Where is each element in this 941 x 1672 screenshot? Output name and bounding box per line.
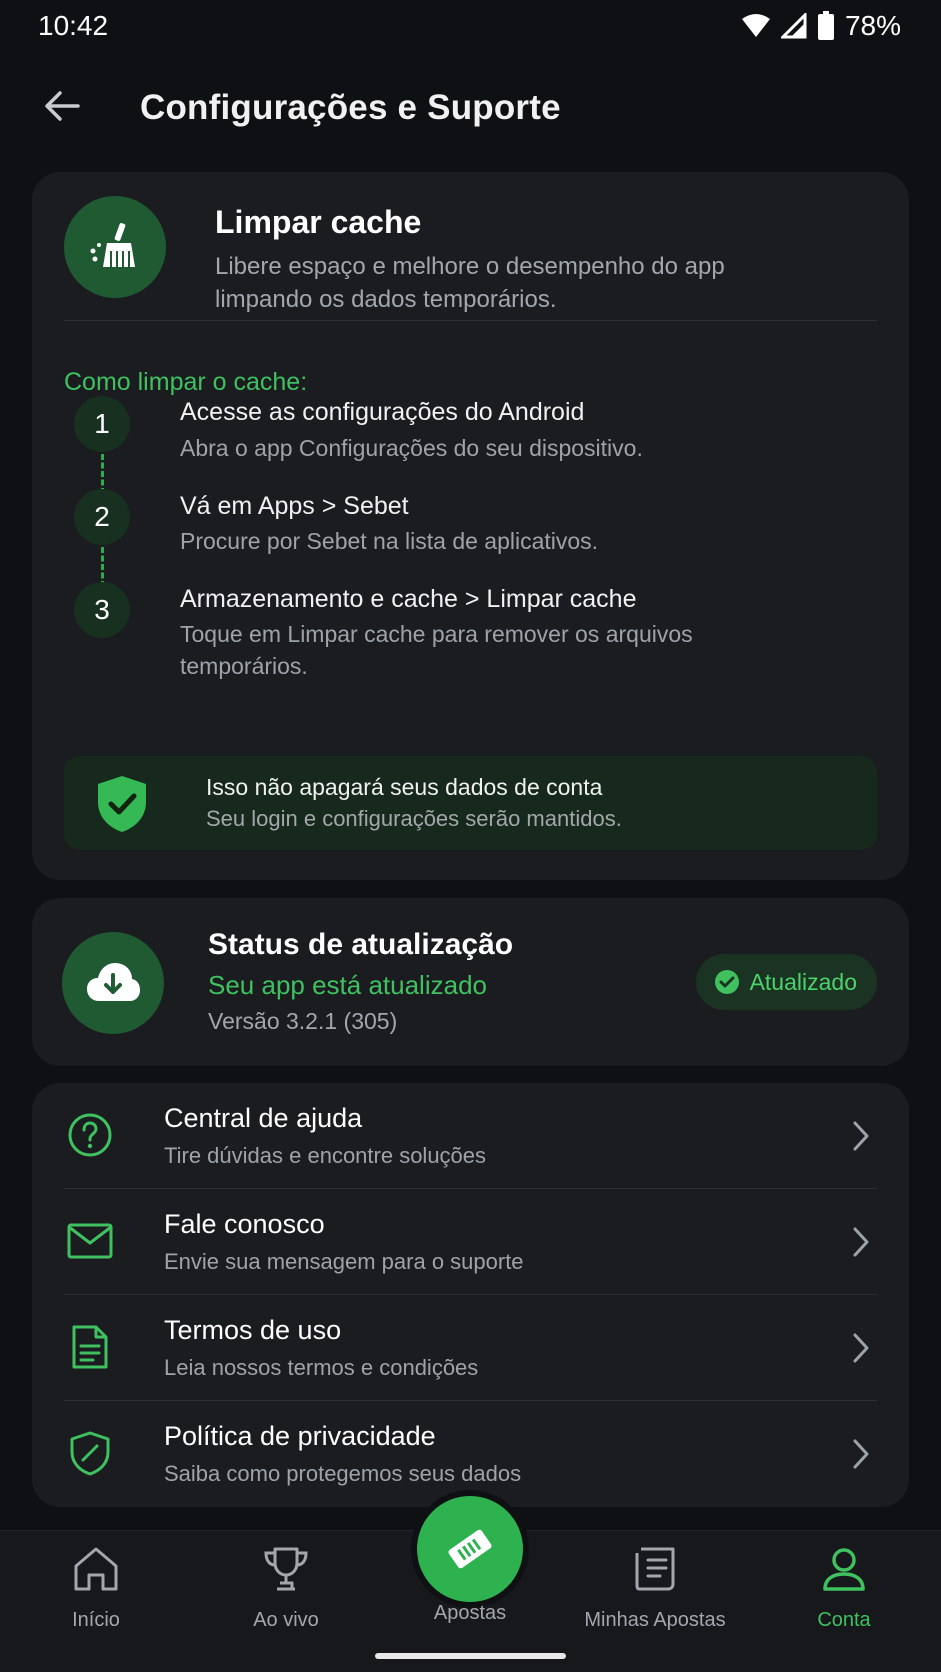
step-number-3: 3	[74, 582, 130, 638]
nav-label-bets: Apostas	[433, 1602, 507, 1624]
home-icon	[70, 1543, 122, 1595]
update-status-title: Status de atualização	[208, 928, 514, 961]
nav-label: Ao vivo	[253, 1609, 319, 1631]
arrow-left-icon	[45, 91, 80, 121]
receipt-icon	[629, 1543, 681, 1595]
clear-cache-title: Limpar cache	[215, 204, 422, 240]
shield-check-icon	[98, 776, 146, 832]
chevron-right-icon	[847, 1329, 875, 1367]
menu-item-contact-us[interactable]: Fale conosco Envie sua mensagem para o s…	[32, 1189, 909, 1295]
updated-badge: Atualizado	[695, 954, 877, 1010]
home-indicator[interactable]	[375, 1653, 566, 1659]
update-status-card: Status de atualização Seu app está atual…	[32, 898, 909, 1066]
support-menu-card: Central de ajuda Tire dúvidas e encontre…	[32, 1083, 909, 1507]
data-safe-notice: Isso não apagará seus dados de conta Seu…	[64, 756, 877, 850]
nav-label: Início	[72, 1609, 120, 1631]
broom-icon-circle	[64, 196, 166, 298]
cloud-download-icon	[87, 963, 140, 1001]
step-number-1: 1	[74, 396, 130, 452]
step-description: Abra o app Configurações do seu disposit…	[180, 435, 643, 461]
menu-item-title: Termos de uso	[164, 1315, 342, 1345]
nav-item-home[interactable]: Início	[11, 1543, 181, 1643]
broom-icon	[90, 223, 135, 267]
clear-cache-card: Limpar cache Libere espaço e melhore o d…	[32, 172, 909, 880]
divider	[64, 320, 877, 321]
clear-cache-description: Libere espaço e melhore o desempenho do …	[215, 253, 725, 313]
user-icon	[818, 1543, 870, 1595]
page-title: Configurações e Suporte	[140, 88, 561, 127]
menu-item-subtitle: Saiba como protegemos seus dados	[164, 1461, 522, 1486]
menu-item-title: Fale conosco	[164, 1209, 325, 1239]
step-description: Toque em Limpar cache para remover os ar…	[180, 621, 693, 679]
document-icon	[66, 1323, 114, 1371]
menu-item-title: Central de ajuda	[164, 1103, 363, 1133]
app-version: Versão 3.2.1 (305)	[208, 1008, 398, 1034]
howto-title: Como limpar o cache:	[64, 368, 308, 396]
menu-item-privacy-policy[interactable]: Política de privacidade Saiba como prote…	[32, 1401, 909, 1507]
check-circle-icon	[714, 970, 739, 994]
bets-fab-button[interactable]	[417, 1496, 523, 1602]
nav-item-account[interactable]: Conta	[759, 1543, 929, 1643]
step-title: Acesse as configurações do Android	[180, 398, 585, 426]
nav-item-live[interactable]: Ao vivo	[201, 1543, 371, 1643]
chevron-right-icon	[847, 1223, 875, 1261]
menu-item-subtitle: Leia nossos termos e condições	[164, 1355, 479, 1380]
mail-icon	[66, 1217, 114, 1265]
step-title: Armazenamento e cache > Limpar cache	[180, 585, 637, 613]
ticket-icon	[448, 1529, 492, 1569]
status-icons: 78%	[741, 10, 901, 42]
chevron-right-icon	[847, 1435, 875, 1473]
shield-icon	[66, 1429, 114, 1477]
menu-item-terms-of-use[interactable]: Termos de uso Leia nossos termos e condi…	[32, 1295, 909, 1401]
menu-item-subtitle: Envie sua mensagem para o suporte	[164, 1249, 524, 1274]
trophy-icon	[260, 1543, 312, 1595]
battery-percentage: 78%	[844, 10, 901, 41]
step-connector	[101, 547, 104, 587]
chevron-right-icon	[847, 1117, 875, 1155]
back-button[interactable]	[38, 82, 86, 130]
nav-item-my-bets[interactable]: Minhas Apostas	[570, 1543, 740, 1643]
update-status-message: Seu app está atualizado	[208, 970, 487, 1000]
download-icon-circle	[62, 932, 164, 1034]
step-number-2: 2	[74, 489, 130, 545]
help-circle-icon	[66, 1111, 114, 1159]
menu-item-help-center[interactable]: Central de ajuda Tire dúvidas e encontre…	[32, 1083, 909, 1189]
status-time: 10:42	[38, 10, 109, 41]
step-connector	[101, 454, 104, 494]
notice-title: Isso não apagará seus dados de conta	[206, 774, 603, 800]
status-bar: 10:42 78%	[0, 0, 941, 52]
nav-label: Minhas Apostas	[584, 1609, 726, 1631]
notice-description: Seu login e configurações serão mantidos…	[206, 806, 622, 831]
signal-icon	[780, 13, 807, 39]
battery-icon	[817, 11, 834, 40]
updated-badge-label: Atualizado	[749, 968, 857, 995]
menu-item-subtitle: Tire dúvidas e encontre soluções	[164, 1143, 487, 1168]
nav-label: Conta	[817, 1609, 871, 1631]
wifi-icon	[741, 14, 770, 37]
step-description: Procure por Sebet na lista de aplicativo…	[180, 528, 599, 554]
menu-item-title: Política de privacidade	[164, 1421, 436, 1451]
screen: 10:42 78% Configurações e Suporte Limpar…	[0, 0, 941, 1672]
step-title: Vá em Apps > Sebet	[180, 492, 409, 520]
